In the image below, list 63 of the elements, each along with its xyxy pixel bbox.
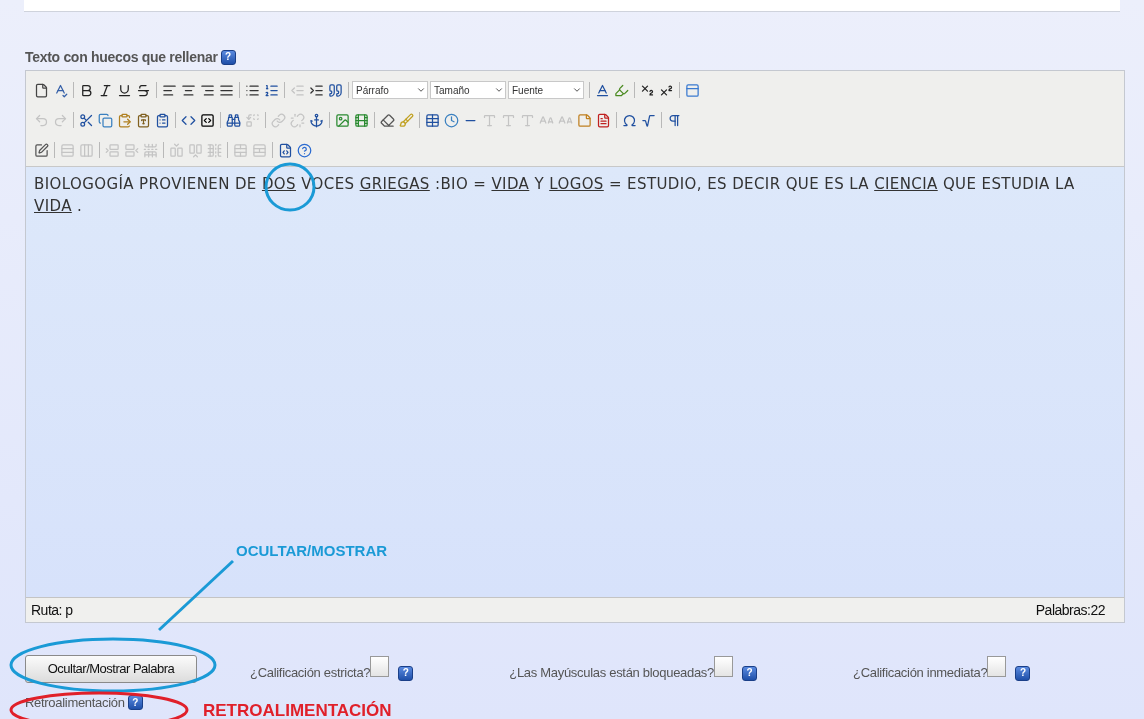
highlighter-icon[interactable] [614, 82, 629, 98]
justify-icon[interactable] [219, 82, 234, 98]
align-center-icon[interactable] [181, 82, 196, 98]
font-color-icon[interactable] [595, 82, 610, 98]
new-document-icon[interactable] [34, 82, 49, 98]
html-icon[interactable] [278, 142, 293, 158]
strikethrough-icon[interactable] [136, 82, 151, 98]
film-icon[interactable] [354, 112, 369, 128]
binoculars-icon[interactable] [226, 112, 241, 128]
help-icon[interactable]: ? [742, 665, 757, 681]
underline-icon[interactable] [117, 82, 132, 98]
help-icon[interactable]: ? [220, 49, 236, 65]
checkbox[interactable] [370, 656, 390, 677]
blocks-icon[interactable] [685, 82, 700, 98]
radical-icon[interactable] [641, 112, 656, 128]
help-icon[interactable]: ? [398, 665, 414, 681]
feedback-link[interactable]: Retroalimentación [25, 693, 125, 713]
align-right-icon[interactable] [200, 82, 215, 98]
help-icon[interactable] [297, 142, 312, 158]
help-icon[interactable]: ? [1015, 665, 1031, 681]
edit-icon[interactable] [34, 142, 49, 158]
caret-icon [416, 85, 426, 95]
word-count: Palabras:22 [1035, 600, 1105, 620]
section-heading: Texto con huecos que rellenar [25, 47, 218, 67]
document-icon[interactable] [596, 112, 611, 128]
checkbox[interactable] [987, 656, 1007, 677]
copy-icon[interactable] [98, 112, 113, 128]
anchor-icon[interactable] [309, 112, 324, 128]
numbered-list-icon[interactable] [264, 82, 279, 98]
clock-icon[interactable] [444, 112, 459, 128]
toggle-word-button[interactable]: Ocultar/Mostrar Palabra [25, 655, 197, 683]
source-code-icon[interactable] [200, 112, 215, 128]
indent-icon[interactable] [309, 82, 324, 98]
option-label: ¿Calificación inmediata? [853, 663, 988, 682]
eraser-icon[interactable] [380, 112, 395, 128]
annotation-label: OCULTAR/MOSTRAR [236, 541, 388, 561]
bullet-list-icon[interactable] [245, 82, 260, 98]
table-icon[interactable] [425, 112, 440, 128]
align-left-icon[interactable] [162, 82, 177, 98]
path-label: Ruta: p [31, 600, 73, 620]
paste-text-icon[interactable] [136, 112, 151, 128]
scissors-icon[interactable] [79, 112, 94, 128]
dropdown[interactable]: Párrafo [352, 81, 428, 99]
paste-word-icon[interactable] [155, 112, 170, 128]
caret-icon [494, 85, 504, 95]
note-icon[interactable] [577, 112, 592, 128]
option-label: ¿Las Mayúsculas están bloqueadas? [509, 663, 714, 682]
dropdown[interactable]: Fuente [508, 81, 584, 99]
paste-icon[interactable] [117, 112, 132, 128]
image-icon[interactable] [335, 112, 350, 128]
subscript-icon[interactable] [640, 82, 655, 98]
checkbox[interactable] [714, 656, 733, 677]
caret-icon [572, 85, 582, 95]
style-icon[interactable] [667, 112, 682, 128]
superscript-icon[interactable] [659, 82, 674, 98]
annotation-label: RETROALIMENTACIÓN [203, 700, 392, 719]
spellcheck-icon[interactable] [53, 82, 68, 98]
omega-icon[interactable] [622, 112, 637, 128]
bold-icon[interactable] [79, 82, 94, 98]
italic-icon[interactable] [98, 82, 113, 98]
quote-icon[interactable] [328, 82, 343, 98]
option-label: ¿Calificación estricta? [250, 663, 371, 682]
dropdown[interactable]: Tamaño [430, 81, 506, 99]
